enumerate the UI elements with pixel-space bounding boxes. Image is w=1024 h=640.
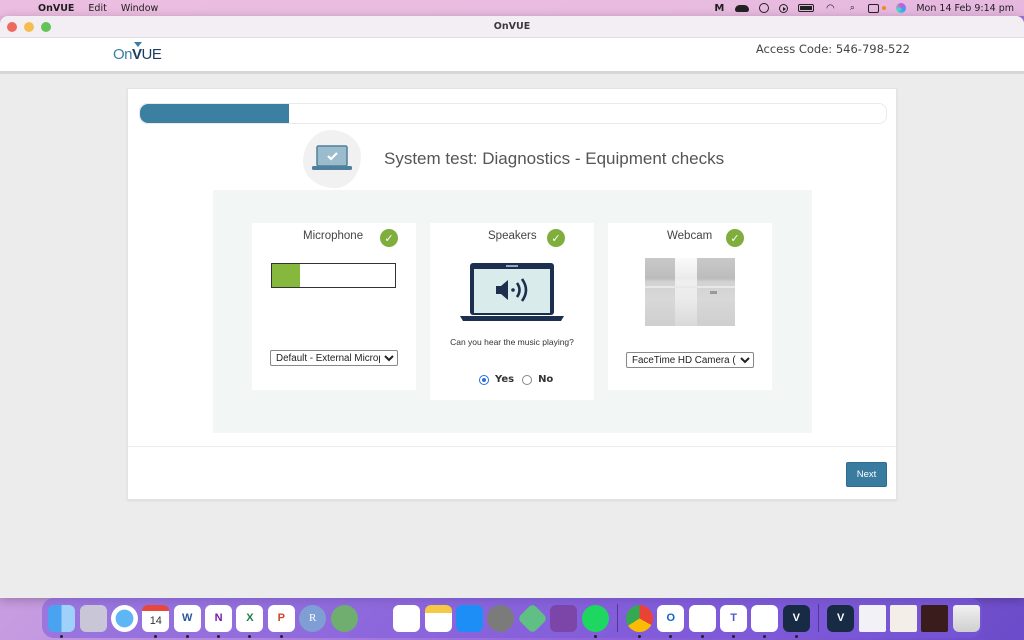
page-heading: System test: Diagnostics - Equipment che…	[303, 129, 724, 189]
system-test-card: System test: Diagnostics - Equipment che…	[127, 88, 897, 500]
dock-safari-icon[interactable]	[110, 604, 138, 632]
onvue-logo: OnVUE	[113, 46, 162, 63]
speaker-question: Can you hear the music playing?	[450, 337, 574, 347]
dock-icon-glyph: W	[181, 612, 193, 624]
speaker-yes-label[interactable]: Yes	[495, 374, 514, 385]
macos-menubar: OnVUE Edit Window M ◠ ⌕ Mon 14 Feb 9:14 …	[0, 0, 1024, 16]
speaker-answer-group: Yes No	[479, 374, 561, 385]
media-play-icon[interactable]	[779, 3, 789, 13]
access-code: Access Code: 546-798-522	[755, 42, 910, 56]
dock-onenote-icon[interactable]: N	[205, 604, 233, 638]
dock-separator	[616, 604, 618, 632]
dock-spotify-icon[interactable]	[581, 604, 609, 638]
dock-word-icon[interactable]: W	[173, 604, 201, 638]
webcam-label: Webcam	[667, 230, 713, 242]
dock-icon-glyph: N	[214, 612, 223, 624]
dock-trash-icon[interactable]	[952, 604, 980, 632]
macos-dock: 14 W N X P R O T V V	[42, 598, 982, 638]
app-header: OnVUE Access Code: 546-798-522	[0, 38, 1024, 74]
microphone-passed-check-icon: ✓	[380, 229, 398, 247]
dock-finder-icon[interactable]	[48, 604, 76, 638]
webcam-check-card: Webcam ✓ FaceTime HD Camera (Built-in)	[608, 223, 772, 390]
dock-github-desktop-icon[interactable]	[550, 604, 578, 632]
menu-app-name[interactable]: OnVUE	[38, 3, 74, 14]
dock-atom-icon[interactable]	[330, 604, 358, 632]
dock-vscode-icon[interactable]	[362, 605, 389, 632]
speakers-passed-check-icon: ✓	[547, 229, 565, 247]
microphone-level-meter	[271, 263, 396, 288]
control-center-icon[interactable]	[868, 3, 880, 13]
sync-icon[interactable]	[759, 3, 770, 13]
creative-cloud-icon[interactable]	[735, 4, 750, 12]
window-titlebar[interactable]: OnVUE	[0, 16, 1024, 38]
dock-r-icon[interactable]: R	[299, 604, 327, 632]
dock-icon-glyph: 14	[149, 615, 162, 627]
microphone-level-fill	[272, 264, 301, 287]
page-title: System test: Diagnostics - Equipment che…	[384, 149, 725, 168]
dock-onvue-icon[interactable]: V	[782, 604, 810, 638]
dock-teams-icon[interactable]: T	[720, 604, 748, 638]
dock-launchpad-icon[interactable]	[79, 604, 107, 632]
progress-bar-fill	[140, 104, 290, 123]
dock-recent-document-1-icon[interactable]	[858, 604, 886, 632]
dock-icon-glyph: V	[792, 612, 800, 624]
spotlight-search-icon[interactable]: ⌕	[846, 3, 858, 13]
dock-slack-icon[interactable]	[751, 604, 779, 638]
dock-chrome-icon[interactable]	[625, 604, 653, 638]
progress-bar	[139, 103, 887, 124]
dock-messenger-icon[interactable]	[688, 604, 716, 638]
dock-icon-glyph: V	[837, 612, 845, 624]
microphone-check-card: Microphone ✓ Default - External Micropho…	[252, 223, 416, 390]
dock-excel-icon[interactable]: X	[236, 604, 264, 638]
dock-powerpoint-icon[interactable]: P	[267, 604, 295, 638]
laptop-speaker-icon	[460, 261, 564, 329]
battery-icon[interactable]	[798, 4, 815, 12]
speaker-no-label[interactable]: No	[538, 374, 553, 385]
next-button[interactable]: Next	[846, 462, 887, 487]
speaker-no-radio[interactable]	[522, 374, 533, 385]
siri-icon[interactable]	[896, 3, 907, 13]
dock-notes-icon[interactable]	[424, 604, 452, 632]
footer-divider	[128, 446, 896, 447]
wifi-icon[interactable]: ◠	[824, 3, 836, 14]
menubar-clock[interactable]: Mon 14 Feb 9:14 pm	[916, 3, 1014, 14]
menu-edit[interactable]: Edit	[88, 3, 106, 14]
dock-app-store-icon[interactable]	[456, 604, 484, 632]
dock-local-icon[interactable]	[517, 602, 548, 634]
dock-icon-glyph: P	[277, 612, 285, 624]
mic-in-use-indicator-icon	[882, 6, 887, 10]
speakers-label: Speakers	[488, 230, 537, 242]
window-minimize-button[interactable]	[24, 21, 34, 32]
app-window: OnVUE OnVUE Access Code: 546-798-522 Sys…	[0, 16, 1024, 598]
dock-outlook-icon[interactable]: O	[657, 604, 685, 638]
laptop-check-icon	[303, 130, 361, 188]
window-close-button[interactable]	[7, 21, 17, 32]
dock-onvue-download-icon[interactable]: V	[827, 604, 855, 632]
webcam-device-select[interactable]: FaceTime HD Camera (Built-in)	[626, 352, 754, 368]
malwarebytes-icon[interactable]: M	[713, 3, 725, 14]
dock-icon-glyph: R	[309, 612, 317, 624]
webcam-preview	[645, 258, 735, 326]
microphone-device-select[interactable]: Default - External Microphone	[270, 350, 398, 366]
dock-separator	[818, 604, 819, 632]
webcam-passed-check-icon: ✓	[726, 229, 744, 247]
dock-system-preferences-icon[interactable]	[487, 604, 515, 632]
speakers-check-card: Speakers ✓ Can you hear the music playin	[430, 223, 594, 400]
dock-reminders-icon[interactable]	[393, 604, 421, 632]
window-zoom-button[interactable]	[41, 21, 51, 32]
dock-recent-spreadsheet-icon[interactable]	[889, 604, 917, 632]
menu-window[interactable]: Window	[121, 3, 158, 14]
dock-recent-spotify-window-icon[interactable]	[921, 604, 949, 632]
equipment-checks-panel: Microphone ✓ Default - External Micropho…	[213, 190, 812, 433]
dock-icon-glyph: T	[730, 612, 737, 624]
dock-icon-glyph: X	[246, 612, 254, 624]
window-title: OnVUE	[493, 21, 531, 32]
microphone-label: Microphone	[303, 230, 364, 242]
dock-icon-glyph: O	[666, 612, 676, 624]
dock-calendar-icon[interactable]: 14	[142, 604, 170, 638]
speaker-yes-radio[interactable]	[479, 374, 489, 385]
